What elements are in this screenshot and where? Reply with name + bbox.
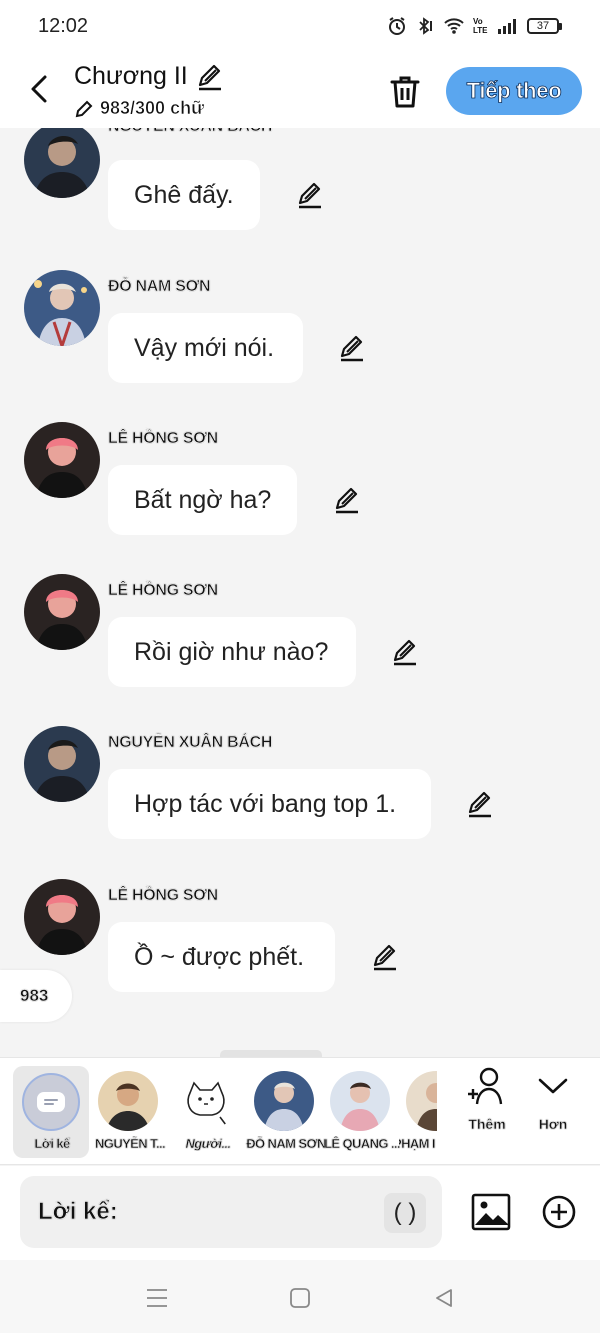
message-list[interactable]: NGUYỄN XUÂN BÁCH Ghê đấy. ĐỖ NAM SƠN Vậy… bbox=[0, 128, 600, 1056]
chevron-left-icon bbox=[31, 75, 47, 103]
pencil-icon bbox=[75, 100, 93, 117]
edit-message-icon[interactable] bbox=[465, 789, 495, 819]
avatar-le-hong-son[interactable] bbox=[24, 422, 100, 498]
character-strip[interactable]: Lời kể NGUYỄN T... Người... ĐỖ NAM SƠN L… bbox=[0, 1057, 600, 1165]
character-label: PHẠM I bbox=[399, 1136, 436, 1151]
message-text: Bất ngờ ha? bbox=[134, 485, 272, 514]
message-text: Vậy mới nói. bbox=[134, 333, 275, 362]
character-nguyen-t[interactable]: NGUYỄN T... bbox=[91, 1066, 167, 1158]
status-bar: 12:02 Vo LTE 37 bbox=[0, 0, 600, 52]
avatar bbox=[176, 1071, 236, 1131]
character-pham[interactable]: PHẠM I bbox=[399, 1066, 437, 1158]
edit-message-icon[interactable] bbox=[337, 333, 367, 363]
battery-icon: 37 bbox=[527, 18, 562, 34]
status-time: 12:02 bbox=[38, 14, 89, 37]
message-bubble[interactable]: Bất ngờ ha? bbox=[108, 465, 297, 535]
home-square-icon bbox=[290, 1288, 310, 1308]
back-triangle-icon bbox=[436, 1289, 452, 1307]
edit-message-icon[interactable] bbox=[332, 485, 362, 515]
floating-counter-value: 983 bbox=[20, 986, 49, 1006]
volte-icon: Vo LTE bbox=[473, 17, 488, 35]
avatar bbox=[98, 1071, 158, 1131]
character-do-nam-son[interactable]: ĐỖ NAM SƠN bbox=[246, 1066, 327, 1158]
expand-label: Hơn bbox=[538, 1116, 568, 1132]
input-row: ( ) bbox=[0, 1166, 600, 1260]
word-count: 983/300 chữ bbox=[74, 98, 204, 119]
edit-message-icon[interactable] bbox=[370, 942, 400, 972]
avatar bbox=[254, 1071, 314, 1131]
system-nav-bar bbox=[0, 1260, 600, 1333]
chevron-down-icon bbox=[538, 1078, 568, 1094]
status-icons: Vo LTE 37 bbox=[387, 16, 562, 36]
bluetooth-icon bbox=[419, 17, 432, 35]
edit-message-icon[interactable] bbox=[295, 180, 325, 210]
add-character-button[interactable]: Thêm bbox=[452, 1066, 522, 1158]
delete-button[interactable] bbox=[386, 72, 424, 112]
menu-nav-button[interactable] bbox=[143, 1284, 171, 1312]
chapter-title-row[interactable]: Chương II bbox=[74, 62, 224, 91]
message-text: Hợp tác với bang top 1. bbox=[134, 789, 397, 818]
edit-message-icon[interactable] bbox=[390, 637, 420, 667]
character-label: LÊ QUANG ... bbox=[324, 1136, 401, 1151]
floating-word-counter[interactable]: 983 bbox=[0, 970, 72, 1022]
message-text: Ồ ~ được phết. bbox=[134, 942, 305, 971]
character-le-quang[interactable]: LÊ QUANG ... bbox=[323, 1066, 401, 1158]
speaker-name: NGUYỄN XUÂN BÁCH bbox=[108, 734, 273, 752]
parentheses-label: ( ) bbox=[393, 1199, 417, 1226]
signal-icon bbox=[498, 19, 516, 34]
next-button[interactable]: Tiếp theo bbox=[446, 67, 582, 115]
character-cat-sketch[interactable]: Người... bbox=[169, 1066, 245, 1158]
avatar-nguyen-xuan-bach[interactable] bbox=[24, 726, 100, 802]
avatar-do-nam-son[interactable] bbox=[24, 270, 100, 346]
title-area: Chương II 983/300 chữ bbox=[74, 62, 224, 118]
chapter-title: Chương II bbox=[74, 62, 188, 90]
avatar bbox=[330, 1071, 390, 1131]
character-narration[interactable]: Lời kể bbox=[13, 1066, 89, 1158]
speaker-name: LÊ HỒNG SƠN bbox=[108, 582, 219, 600]
plus-circle-icon bbox=[542, 1195, 576, 1229]
image-icon bbox=[471, 1193, 511, 1231]
narration-input[interactable] bbox=[20, 1176, 442, 1248]
avatar-nguyen-xuan-bach[interactable] bbox=[24, 128, 100, 198]
message-text: Ghê đấy. bbox=[134, 180, 234, 209]
home-nav-button[interactable] bbox=[286, 1284, 314, 1312]
speaker-name: ĐỖ NAM SƠN bbox=[108, 278, 211, 296]
edit-title-icon bbox=[198, 64, 221, 90]
parentheses-button[interactable]: ( ) bbox=[384, 1193, 426, 1233]
add-character-label: Thêm bbox=[468, 1116, 506, 1132]
avatar bbox=[406, 1071, 437, 1131]
header: Chương II 983/300 chữ Tiếp theo bbox=[0, 52, 600, 128]
menu-icon bbox=[147, 1289, 167, 1307]
speaker-name: NGUYỄN XUÂN BÁCH bbox=[108, 128, 273, 136]
word-count-text: 983/300 chữ bbox=[100, 98, 205, 119]
battery-level: 37 bbox=[536, 20, 550, 32]
trash-icon bbox=[390, 76, 420, 108]
avatar-le-hong-son[interactable] bbox=[24, 574, 100, 650]
add-button[interactable] bbox=[540, 1193, 578, 1231]
avatar-le-hong-son[interactable] bbox=[24, 879, 100, 955]
message-bubble[interactable]: Vậy mới nói. bbox=[108, 313, 303, 383]
message-bubble[interactable]: Rồi giờ như nào? bbox=[108, 617, 356, 687]
message-text: Rồi giờ như nào? bbox=[134, 637, 329, 666]
back-nav-button[interactable] bbox=[430, 1284, 458, 1312]
expand-button[interactable]: Hơn bbox=[518, 1066, 588, 1158]
alarm-icon bbox=[389, 17, 405, 35]
narration-icon bbox=[22, 1073, 80, 1131]
message-bubble[interactable]: Ghê đấy. bbox=[108, 160, 260, 230]
add-person-icon bbox=[468, 1067, 503, 1105]
insert-image-button[interactable] bbox=[470, 1191, 512, 1233]
message-bubble[interactable]: Ồ ~ được phết. bbox=[108, 922, 335, 992]
speaker-name: LÊ HỒNG SƠN bbox=[108, 887, 219, 905]
back-button[interactable] bbox=[22, 72, 56, 106]
speaker-name: LÊ HỒNG SƠN bbox=[108, 430, 219, 448]
message-bubble[interactable]: Hợp tác với bang top 1. bbox=[108, 769, 431, 839]
wifi-icon bbox=[444, 18, 464, 34]
